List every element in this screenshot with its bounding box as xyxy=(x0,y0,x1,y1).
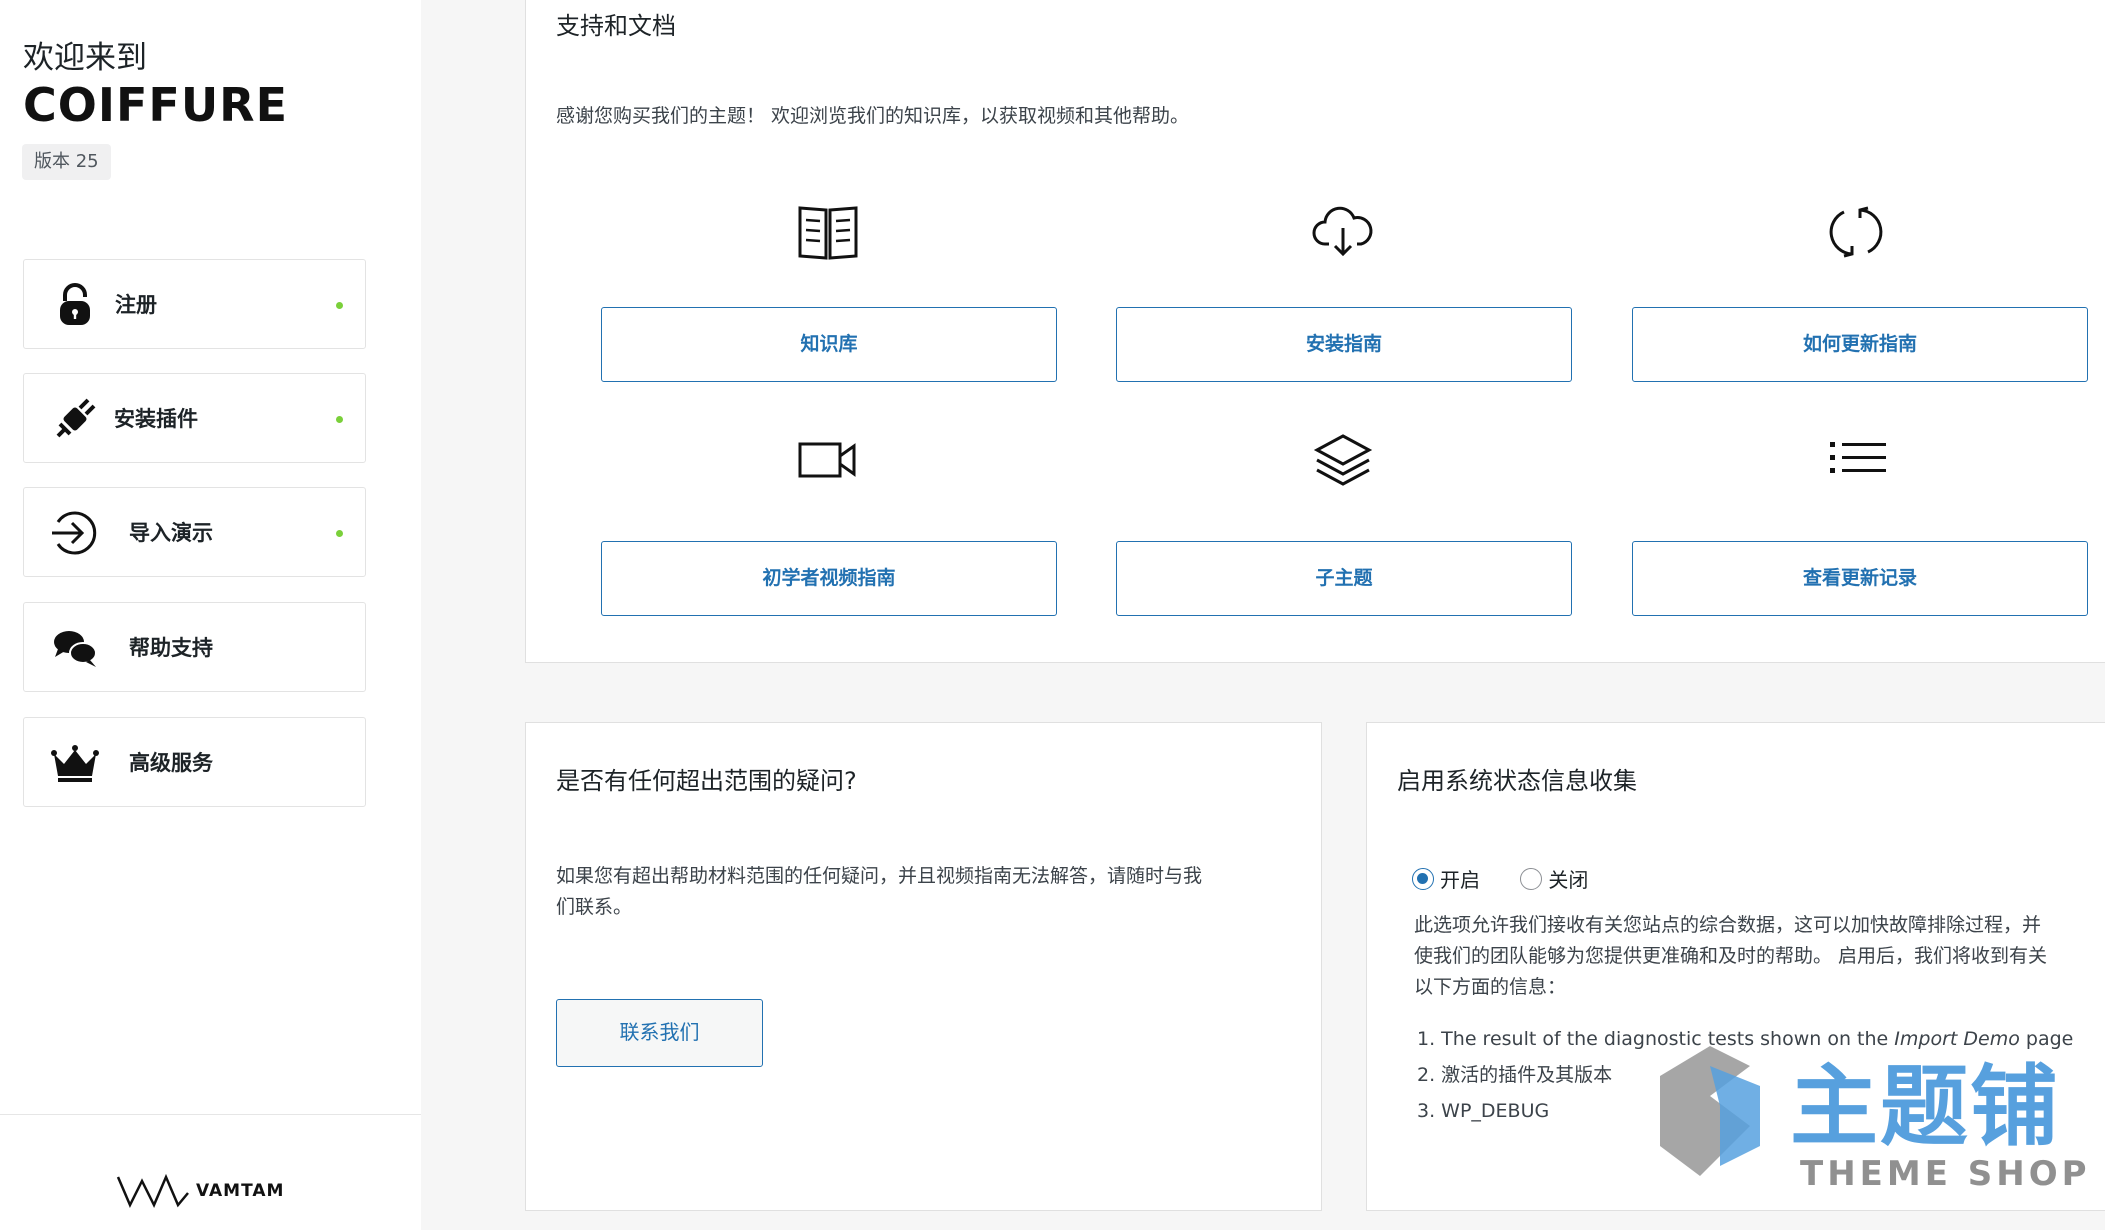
knowledge-base-button[interactable]: 知识库 xyxy=(601,307,1057,382)
sidebar: 欢迎来到 COIFFURE 版本 25 注册 安装插件 导入演示 帮助支持 高级… xyxy=(0,0,421,1230)
refresh-icon xyxy=(1829,206,1883,258)
sidebar-item-label: 高级服务 xyxy=(129,751,213,775)
radio-on[interactable] xyxy=(1412,867,1434,890)
support-intro: 感谢您购买我们的主题！ 欢迎浏览我们的知识库，以获取视频和其他帮助。 xyxy=(556,105,1190,127)
vamtam-logo-icon xyxy=(116,1173,189,1208)
status-dot xyxy=(336,416,343,423)
welcome-text: 欢迎来到 xyxy=(23,40,147,76)
footer-brand: VAMTAM xyxy=(196,1181,285,1201)
chat-bubbles-icon xyxy=(54,631,97,667)
video-guide-button[interactable]: 初学者视频指南 xyxy=(601,541,1057,616)
sidebar-item-premium[interactable]: 高级服务 xyxy=(23,717,366,807)
cloud-download-icon xyxy=(1312,206,1373,257)
book-icon xyxy=(798,206,858,260)
sidebar-item-label: 注册 xyxy=(115,293,157,317)
update-guide-button[interactable]: 如何更新指南 xyxy=(1632,307,2088,382)
panel-title: 支持和文档 xyxy=(556,12,676,40)
list-icon xyxy=(1830,442,1886,473)
video-camera-icon xyxy=(798,442,856,478)
contact-us-button[interactable]: 联系我们 xyxy=(556,999,763,1067)
layers-icon xyxy=(1313,434,1373,486)
crown-icon xyxy=(51,745,99,782)
plug-icon xyxy=(56,398,96,438)
sidebar-item-help-support[interactable]: 帮助支持 xyxy=(23,602,366,692)
theme-brand-title: COIFFURE xyxy=(23,78,289,132)
question-text-line2: 们联系。 xyxy=(556,896,633,918)
status-dot xyxy=(336,302,343,309)
radio-on-label[interactable]: 开启 xyxy=(1440,864,1480,893)
status-dot xyxy=(336,530,343,537)
status-desc-line: 此选项允许我们接收有关您站点的综合数据，这可以加快故障排除过程，并 xyxy=(1414,914,2042,936)
sidebar-item-import-demo[interactable]: 导入演示 xyxy=(23,487,366,577)
watermark-logo-icon xyxy=(1660,1046,1760,1176)
radio-off-label[interactable]: 关闭 xyxy=(1548,864,1588,893)
questions-panel: 是否有任何超出范围的疑问? 如果您有超出帮助材料范围的任何疑问，并且视频指南无法… xyxy=(525,722,1322,1211)
watermark-en: THEME SHOP xyxy=(1800,1154,2091,1194)
status-desc-line: 以下方面的信息： xyxy=(1414,976,1567,998)
status-desc-line: 使我们的团队能够为您提供更准确和及时的帮助。 启用后，我们将收到有关 xyxy=(1414,945,2048,967)
sidebar-item-label: 安装插件 xyxy=(114,407,198,431)
sidebar-item-label: 导入演示 xyxy=(129,521,213,545)
sidebar-footer: VAMTAM xyxy=(0,1114,421,1230)
lock-icon xyxy=(60,283,90,325)
sidebar-item-register[interactable]: 注册 xyxy=(23,259,366,349)
panel-title: 启用系统状态信息收集 xyxy=(1397,767,1637,795)
question-text-line1: 如果您有超出帮助材料范围的任何疑问，并且视频指南无法解答，请随时与我 xyxy=(556,865,1203,887)
status-description: 此选项允许我们接收有关您站点的综合数据，这可以加快故障排除过程，并 使我们的团队… xyxy=(1414,910,2105,1003)
sidebar-item-label: 帮助支持 xyxy=(129,636,213,660)
install-guide-button[interactable]: 安装指南 xyxy=(1116,307,1572,382)
changelog-button[interactable]: 查看更新记录 xyxy=(1632,541,2088,616)
version-badge: 版本 25 xyxy=(22,144,111,180)
import-icon xyxy=(52,511,97,555)
theme-shop-watermark: 主题铺 THEME SHOP xyxy=(1640,1036,2087,1206)
support-docs-panel: 支持和文档 感谢您购买我们的主题！ 欢迎浏览我们的知识库，以获取视频和其他帮助。… xyxy=(525,0,2105,663)
child-theme-button[interactable]: 子主题 xyxy=(1116,541,1572,616)
sidebar-item-install-plugins[interactable]: 安装插件 xyxy=(23,373,366,463)
panel-title: 是否有任何超出范围的疑问? xyxy=(556,767,857,795)
watermark-cn: 主题铺 xyxy=(1790,1055,2061,1158)
radio-off[interactable] xyxy=(1520,867,1543,890)
status-radio-group: 开启 关闭 xyxy=(1412,864,1622,894)
